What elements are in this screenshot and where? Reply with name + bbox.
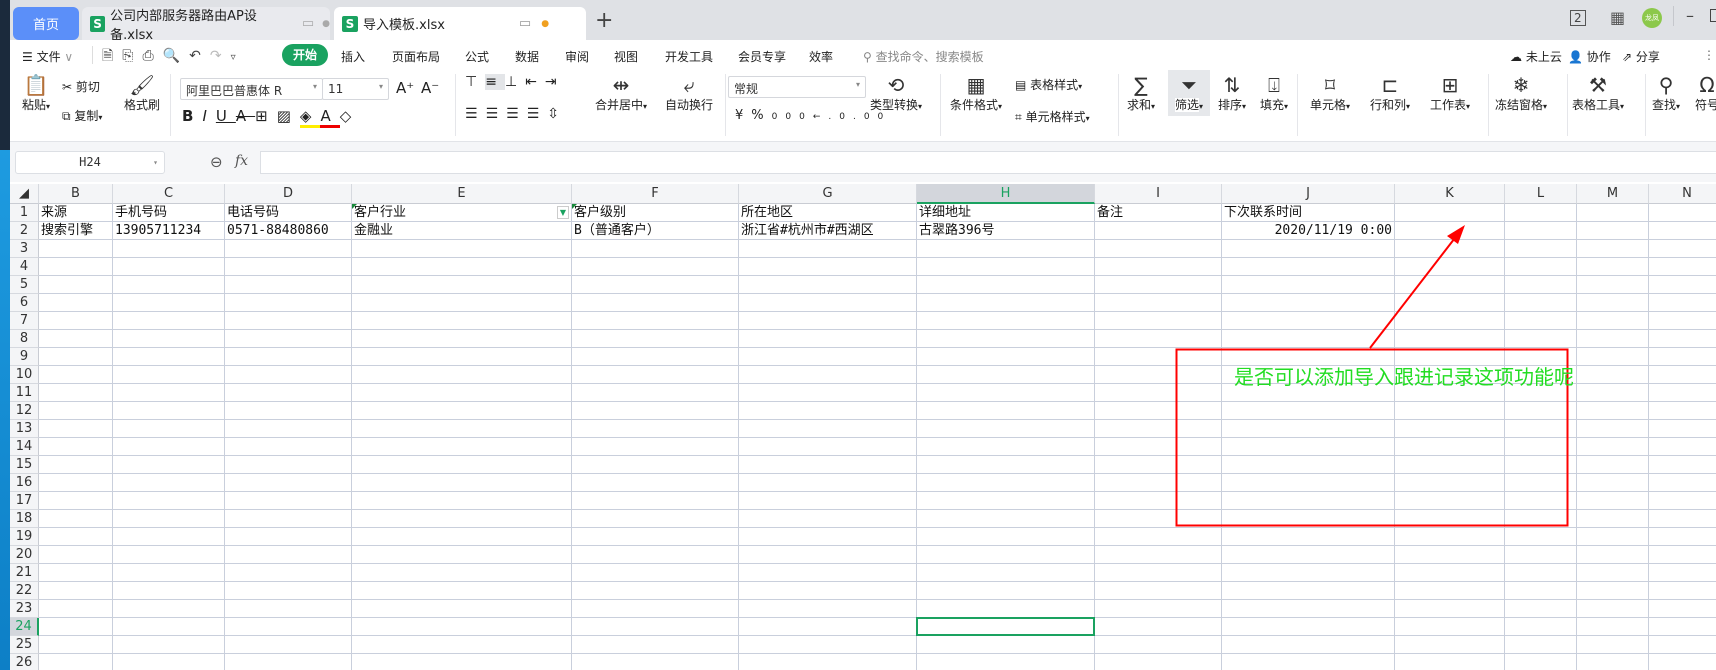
annotation-arrow-line [1369, 233, 1459, 349]
annotation-text: 是否可以添加导入跟进记录这项功能呢 [1234, 365, 1574, 389]
arrow-head-icon [1447, 225, 1465, 244]
annotation-overlay [1175, 225, 1569, 527]
